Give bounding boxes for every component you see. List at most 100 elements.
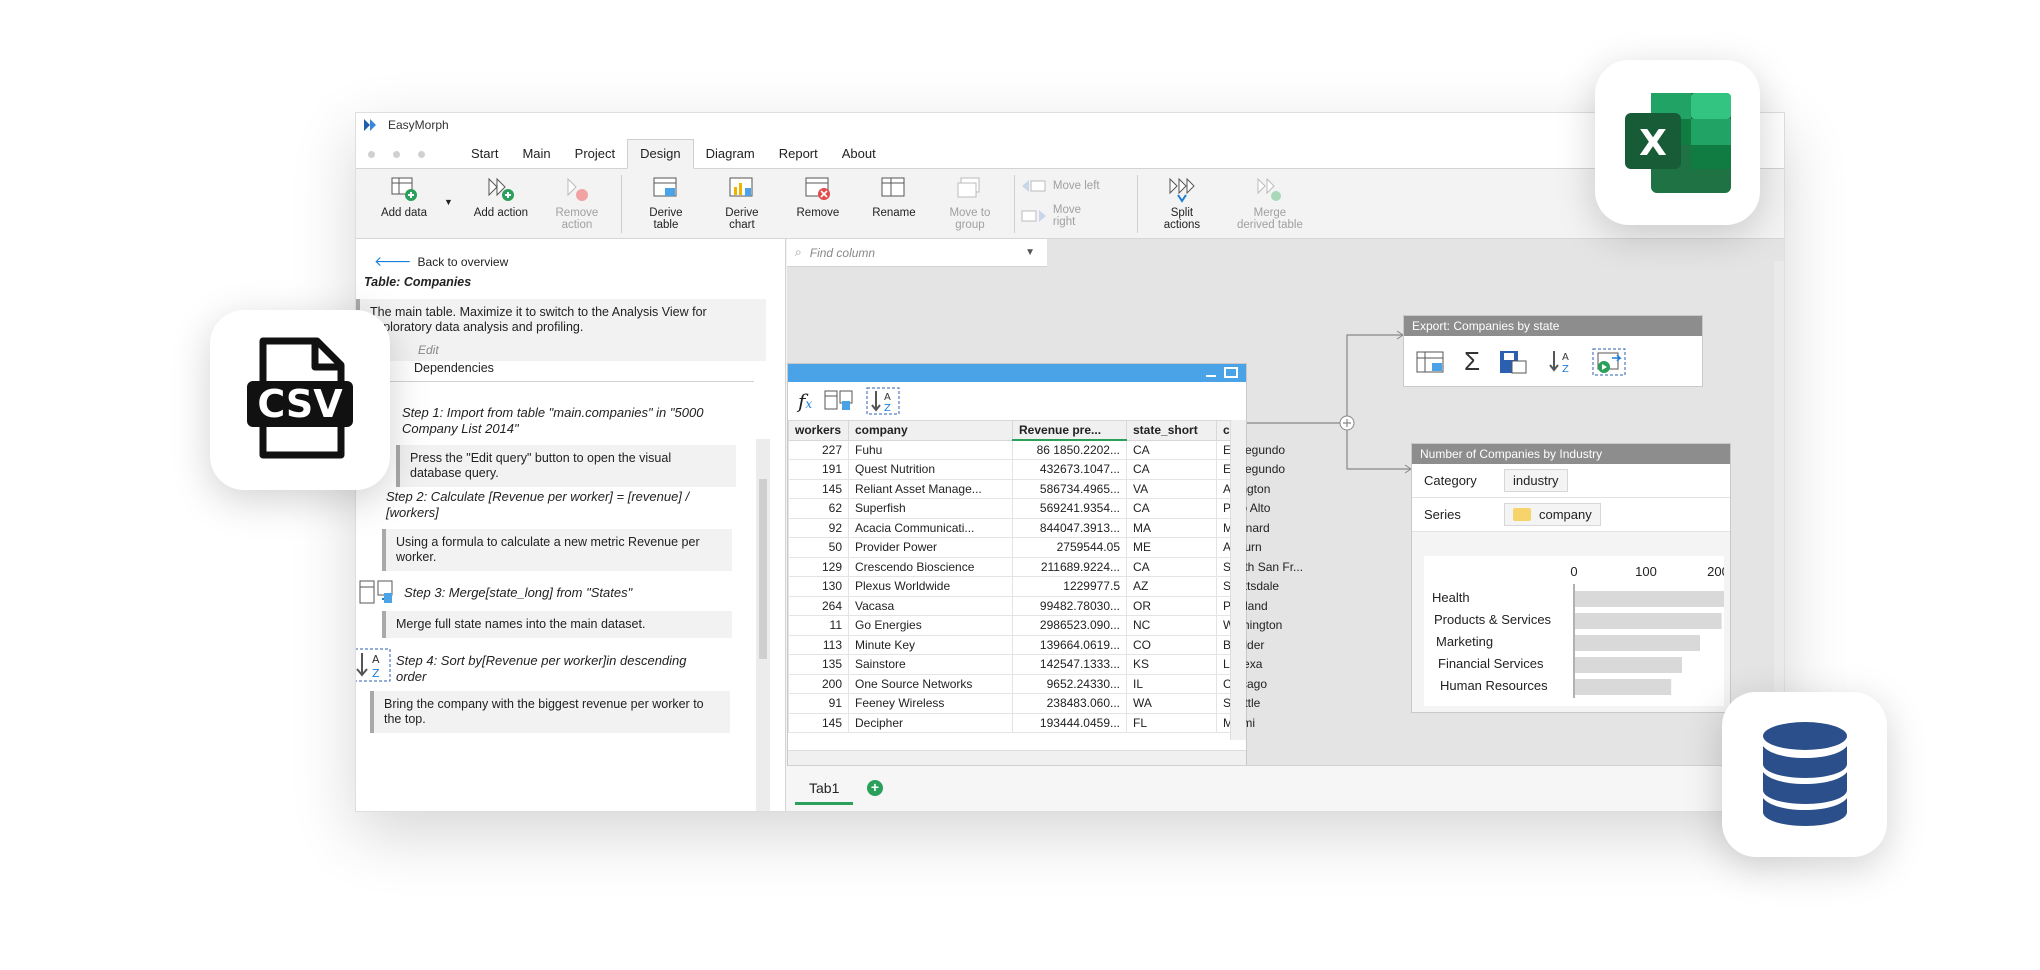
- cell-company[interactable]: Minute Key: [848, 634, 1013, 655]
- cell-workers[interactable]: 191: [788, 459, 849, 480]
- table-horizontal-scrollbar[interactable]: [788, 750, 1246, 766]
- table-row[interactable]: 50Provider Power2759544.05MEAuburn: [788, 537, 1262, 558]
- table-row[interactable]: 130 Plexus Worldwide 1229977.5 AZ Scottsdale: [788, 576, 1279, 597]
- cell-state-short[interactable]: AZ: [1126, 576, 1217, 597]
- merge-columns-icon[interactable]: [824, 389, 854, 413]
- cell-company[interactable]: Reliant Asset Manage...: [848, 478, 1013, 499]
- column-header-company[interactable]: company: [848, 420, 1013, 441]
- cell-workers[interactable]: 50: [788, 537, 849, 558]
- cell-revenue-per-worker[interactable]: 193444.0459...: [1012, 712, 1127, 733]
- bar-1[interactable]: [1575, 613, 1722, 629]
- table-row[interactable]: 145Decipher193444.0459...FLMiami: [788, 712, 1255, 733]
- cell-state-short[interactable]: CA: [1126, 439, 1217, 460]
- export-sort-icon[interactable]: AZ: [1546, 349, 1574, 375]
- minimize-icon[interactable]: [1206, 369, 1216, 377]
- cell-revenue-per-worker[interactable]: 139664.0619...: [1012, 634, 1127, 655]
- back-to-overview-link[interactable]: 🡐 Back to overview: [374, 253, 508, 270]
- step-1-title[interactable]: Step 1: Import from table "main.companie…: [402, 405, 722, 437]
- cell-company[interactable]: Feeney Wireless: [848, 693, 1013, 714]
- table-row[interactable]: 62 Superfish 569241.9354... CA Palo Alto: [788, 498, 1270, 519]
- cell-revenue-per-worker[interactable]: 99482.78030...: [1012, 595, 1127, 616]
- cell-revenue-per-worker[interactable]: 569241.9354...: [1012, 498, 1127, 519]
- cell-workers[interactable]: 135: [788, 654, 849, 675]
- table-row[interactable]: 92 Acacia Communicati... 844047.3913... MA M…: [788, 517, 1270, 538]
- cell-revenue-per-worker[interactable]: 9652.24330...: [1012, 673, 1127, 694]
- table-row[interactable]: 91Feeney Wireless238483.060...WASeattle: [788, 693, 1260, 714]
- bar-3[interactable]: [1575, 657, 1682, 673]
- tab-design[interactable]: Design: [627, 139, 694, 169]
- add-data-dropdown-icon[interactable]: ▼: [444, 197, 453, 207]
- cell-company[interactable]: Quest Nutrition: [848, 459, 1013, 480]
- table-vertical-scrollbar[interactable]: [1230, 420, 1246, 740]
- table-row[interactable]: 145 Reliant Asset Manage... 586734.4965...…: [788, 478, 1270, 499]
- cell-revenue-per-worker[interactable]: 844047.3913...: [1012, 517, 1127, 538]
- cell-workers[interactable]: 200: [788, 673, 849, 694]
- cell-state-short[interactable]: CA: [1126, 498, 1217, 519]
- export-save-icon[interactable]: [1498, 349, 1528, 375]
- chart-panel-title[interactable]: Number of Companies by Industry: [1412, 444, 1730, 464]
- cell-revenue-per-worker[interactable]: 586734.4965...: [1012, 478, 1127, 499]
- table-row[interactable]: 113Minute Key139664.0619...COBoulder: [788, 634, 1264, 655]
- table-window-header[interactable]: [788, 364, 1246, 382]
- cell-workers[interactable]: 113: [788, 634, 849, 655]
- cell-revenue-per-worker[interactable]: 86 1850.2202...: [1012, 439, 1127, 460]
- sheet-tab-tab1[interactable]: Tab1: [795, 774, 854, 805]
- table-row[interactable]: 200One Source Networks9652.24330...ILChi…: [788, 673, 1267, 694]
- export-table-icon[interactable]: [1416, 350, 1446, 374]
- cell-state-short[interactable]: KS: [1126, 654, 1217, 675]
- edit-description-link[interactable]: Edit: [418, 343, 439, 357]
- cell-state-short[interactable]: FL: [1126, 712, 1217, 733]
- maximize-icon[interactable]: [1224, 367, 1238, 378]
- tab-diagram[interactable]: Diagram: [694, 140, 767, 168]
- cell-workers[interactable]: 92: [788, 517, 849, 538]
- scrollbar-thumb[interactable]: [759, 479, 767, 659]
- cell-workers[interactable]: 91: [788, 693, 849, 714]
- tab-main[interactable]: Main: [510, 140, 562, 168]
- table-row[interactable]: 227 Fuhu 86 1850.2202... CA El Segundo: [788, 439, 1285, 460]
- cell-company[interactable]: Crescendo Bioscience: [848, 556, 1013, 577]
- cell-company[interactable]: Plexus Worldwide: [848, 576, 1013, 597]
- cell-company[interactable]: Decipher: [848, 712, 1013, 733]
- table-row[interactable]: 135Sainstore142547.1333...KSLenexa: [788, 654, 1262, 675]
- remove-button[interactable]: Remove: [780, 175, 856, 219]
- table-row[interactable]: 191 Quest Nutrition 432673.1047... CA El Seg…: [788, 459, 1285, 480]
- merge-derived-table-button[interactable]: Merge derived table: [1220, 175, 1320, 231]
- table-row[interactable]: 11 Go Energies 2986523.090... NC Wilmington: [788, 615, 1282, 636]
- step-3-title[interactable]: Step 3: Merge[state_long] from "States": [404, 585, 724, 601]
- cell-revenue-per-worker[interactable]: 238483.060...: [1012, 693, 1127, 714]
- remove-action-button[interactable]: Remove action: [539, 175, 615, 231]
- cell-workers[interactable]: 264: [788, 595, 849, 616]
- cell-workers[interactable]: 62: [788, 498, 849, 519]
- table-row[interactable]: 264Vacasa99482.78030...ORPortland: [788, 595, 1268, 616]
- cell-company[interactable]: Vacasa: [848, 595, 1013, 616]
- tab-project[interactable]: Project: [563, 140, 627, 168]
- table-row[interactable]: 129 Crescendo Bioscience 211689.9224... CA S…: [788, 556, 1303, 577]
- step-2-title[interactable]: Step 2: Calculate [Revenue per worker] =…: [386, 489, 706, 521]
- export-panel-title[interactable]: Export: Companies by state: [1404, 316, 1702, 336]
- rename-button[interactable]: Rename: [856, 175, 932, 219]
- cell-revenue-per-worker[interactable]: 2759544.05: [1012, 537, 1127, 558]
- cell-state-short[interactable]: OR: [1126, 595, 1217, 616]
- cell-workers[interactable]: 145: [788, 712, 849, 733]
- dependencies-header[interactable]: Dependencies: [364, 361, 754, 382]
- add-action-button[interactable]: Add action: [463, 175, 539, 219]
- cell-state-short[interactable]: CO: [1126, 634, 1217, 655]
- move-to-group-button[interactable]: Move to group: [932, 175, 1008, 231]
- bar-0[interactable]: [1575, 591, 1724, 607]
- column-header-revenue-per-worker[interactable]: Revenue pre...: [1012, 420, 1127, 441]
- cell-state-short[interactable]: MA: [1126, 517, 1217, 538]
- cell-revenue-per-worker[interactable]: 2986523.090...: [1012, 615, 1127, 636]
- bar-2[interactable]: [1575, 635, 1700, 651]
- cell-company[interactable]: Fuhu: [848, 439, 1013, 460]
- cell-revenue-per-worker[interactable]: 142547.1333...: [1012, 654, 1127, 675]
- sigma-icon[interactable]: Σ: [1464, 346, 1480, 377]
- cell-state-short[interactable]: VA: [1126, 478, 1217, 499]
- cell-state-short[interactable]: IL: [1126, 673, 1217, 694]
- cell-company[interactable]: Go Energies: [848, 615, 1013, 636]
- tab-report[interactable]: Report: [767, 140, 830, 168]
- cell-workers[interactable]: 11: [788, 615, 849, 636]
- formula-icon[interactable]: fx: [798, 389, 812, 413]
- column-header-workers[interactable]: workers: [788, 420, 849, 441]
- series-field-chip[interactable]: company: [1504, 503, 1601, 526]
- tab-start[interactable]: Start: [459, 140, 510, 168]
